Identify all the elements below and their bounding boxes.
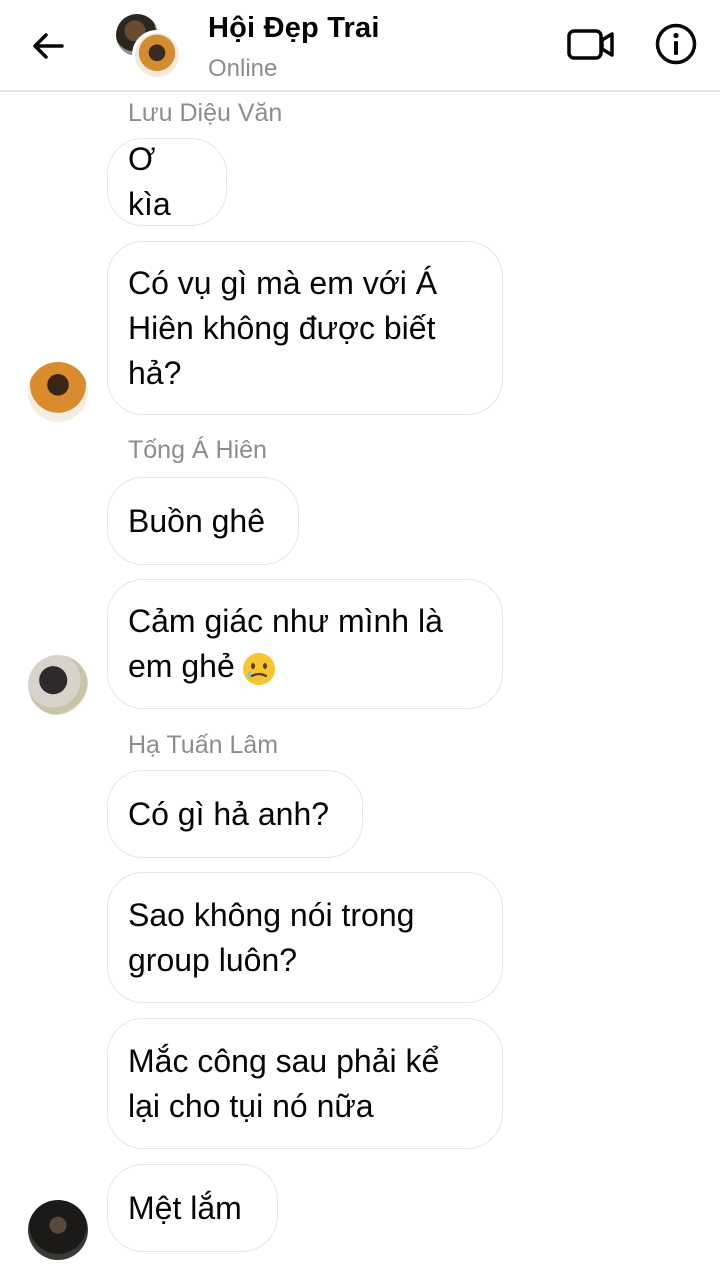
group-avatar[interactable]: [116, 14, 182, 80]
message-text: Mệt lắm: [128, 1189, 242, 1226]
message-text: Ơ kìa: [128, 141, 171, 222]
message-bubble[interactable]: Sao không nói trong group luôn?: [107, 872, 503, 1003]
message-text: Mắc công sau phải kể lại cho tụi nó nữa: [128, 1042, 440, 1124]
info-icon[interactable]: [654, 22, 698, 66]
online-status: Online: [208, 55, 278, 82]
message-text: Buồn ghê: [128, 502, 266, 539]
message-bubble[interactable]: Có vụ gì mà em với Á Hiên không được biế…: [107, 241, 503, 415]
video-call-icon[interactable]: [566, 24, 616, 64]
message-bubble[interactable]: Buồn ghê: [107, 477, 299, 565]
sender-name: Lưu Diệu Văn: [128, 99, 283, 127]
message-bubble[interactable]: Mệt lắm: [107, 1164, 278, 1252]
message-text: Có vụ gì mà em với Á Hiên không được biế…: [128, 264, 438, 391]
message-bubble[interactable]: Cảm giác như mình là em ghẻ: [107, 579, 503, 709]
avatar[interactable]: [28, 655, 88, 715]
avatar[interactable]: [28, 362, 88, 422]
avatar[interactable]: [28, 1200, 88, 1260]
back-arrow-icon[interactable]: [28, 26, 68, 66]
crying-face-emoji: [241, 651, 277, 687]
message-text: Sao không nói trong group luôn?: [128, 896, 415, 978]
sender-name: Tống Á Hiên: [128, 436, 267, 464]
message-bubble[interactable]: Có gì hả anh?: [107, 770, 363, 858]
message-text: Cảm giác như mình là em ghẻ: [128, 599, 443, 689]
chat-header: Hội Đẹp Trai Online: [0, 0, 720, 92]
message-text: Có gì hả anh?: [128, 795, 330, 832]
message-bubble[interactable]: Ơ kìa: [107, 138, 227, 226]
sender-name: Hạ Tuấn Lâm: [128, 731, 279, 759]
group-avatar-front: [132, 30, 182, 80]
message-bubble[interactable]: Mắc công sau phải kể lại cho tụi nó nữa: [107, 1018, 503, 1149]
group-title[interactable]: Hội Đẹp Trai: [208, 12, 380, 45]
